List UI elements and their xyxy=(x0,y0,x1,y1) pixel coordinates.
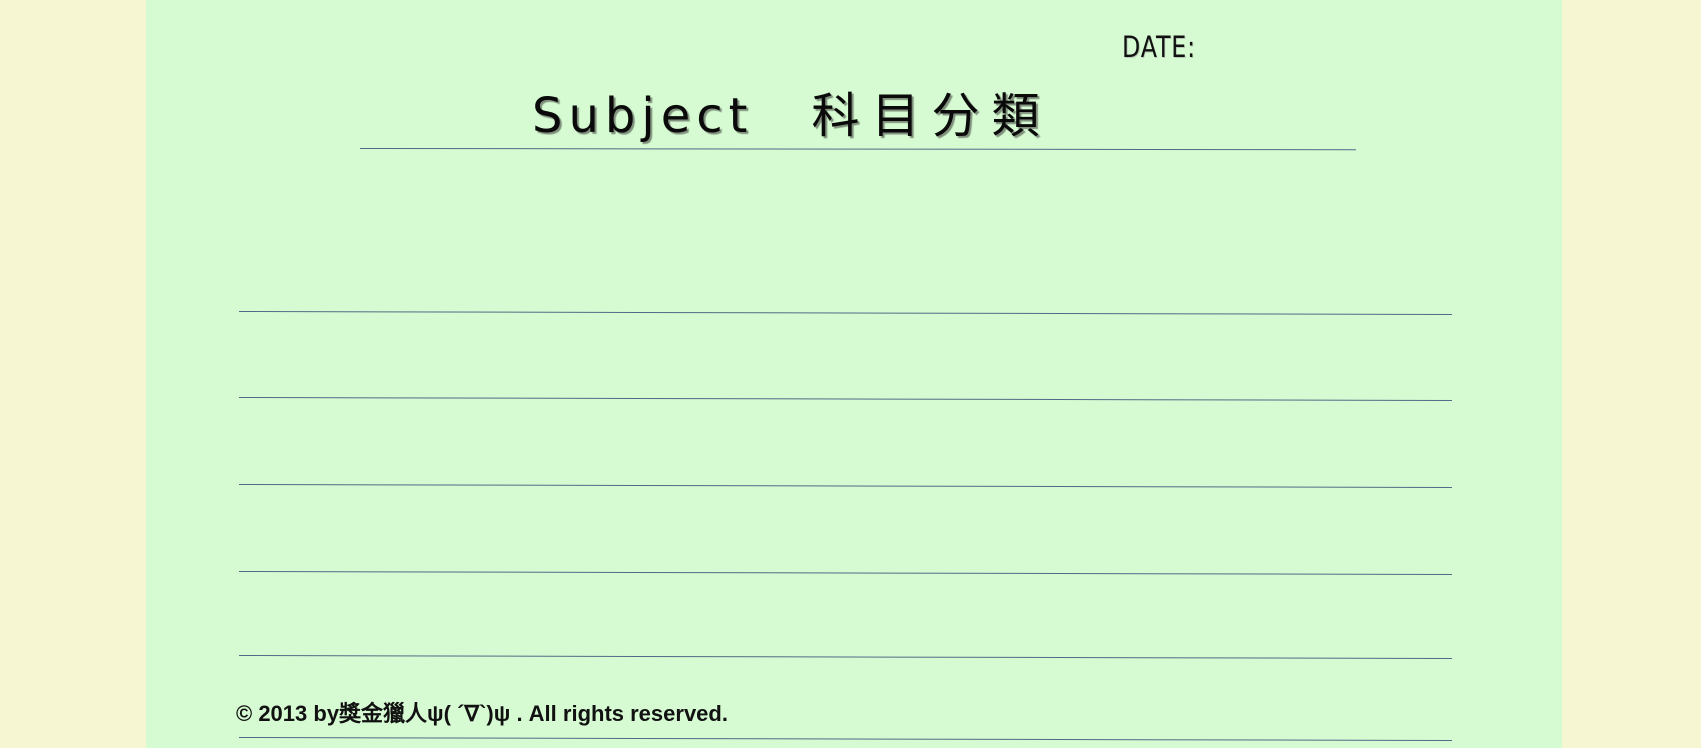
writing-line xyxy=(238,484,1452,488)
title-chinese: 科目分類 xyxy=(811,88,1052,144)
note-sheet: DATE: Subject 科目分類 © 2013 by獎金獵人ψ( ´∇`)ψ … xyxy=(146,0,1562,748)
bottom-line xyxy=(238,737,1452,741)
title-english: Subject xyxy=(532,88,754,144)
copyright-notice: © 2013 by獎金獵人ψ( ´∇`)ψ . All rights reser… xyxy=(236,701,728,726)
writing-line xyxy=(238,311,1452,315)
title-underline xyxy=(359,148,1356,151)
date-label: DATE: xyxy=(1122,30,1196,64)
writing-line xyxy=(238,655,1452,659)
writing-line xyxy=(238,571,1452,575)
writing-line xyxy=(238,397,1452,401)
page-title: Subject 科目分類 xyxy=(532,86,1051,146)
